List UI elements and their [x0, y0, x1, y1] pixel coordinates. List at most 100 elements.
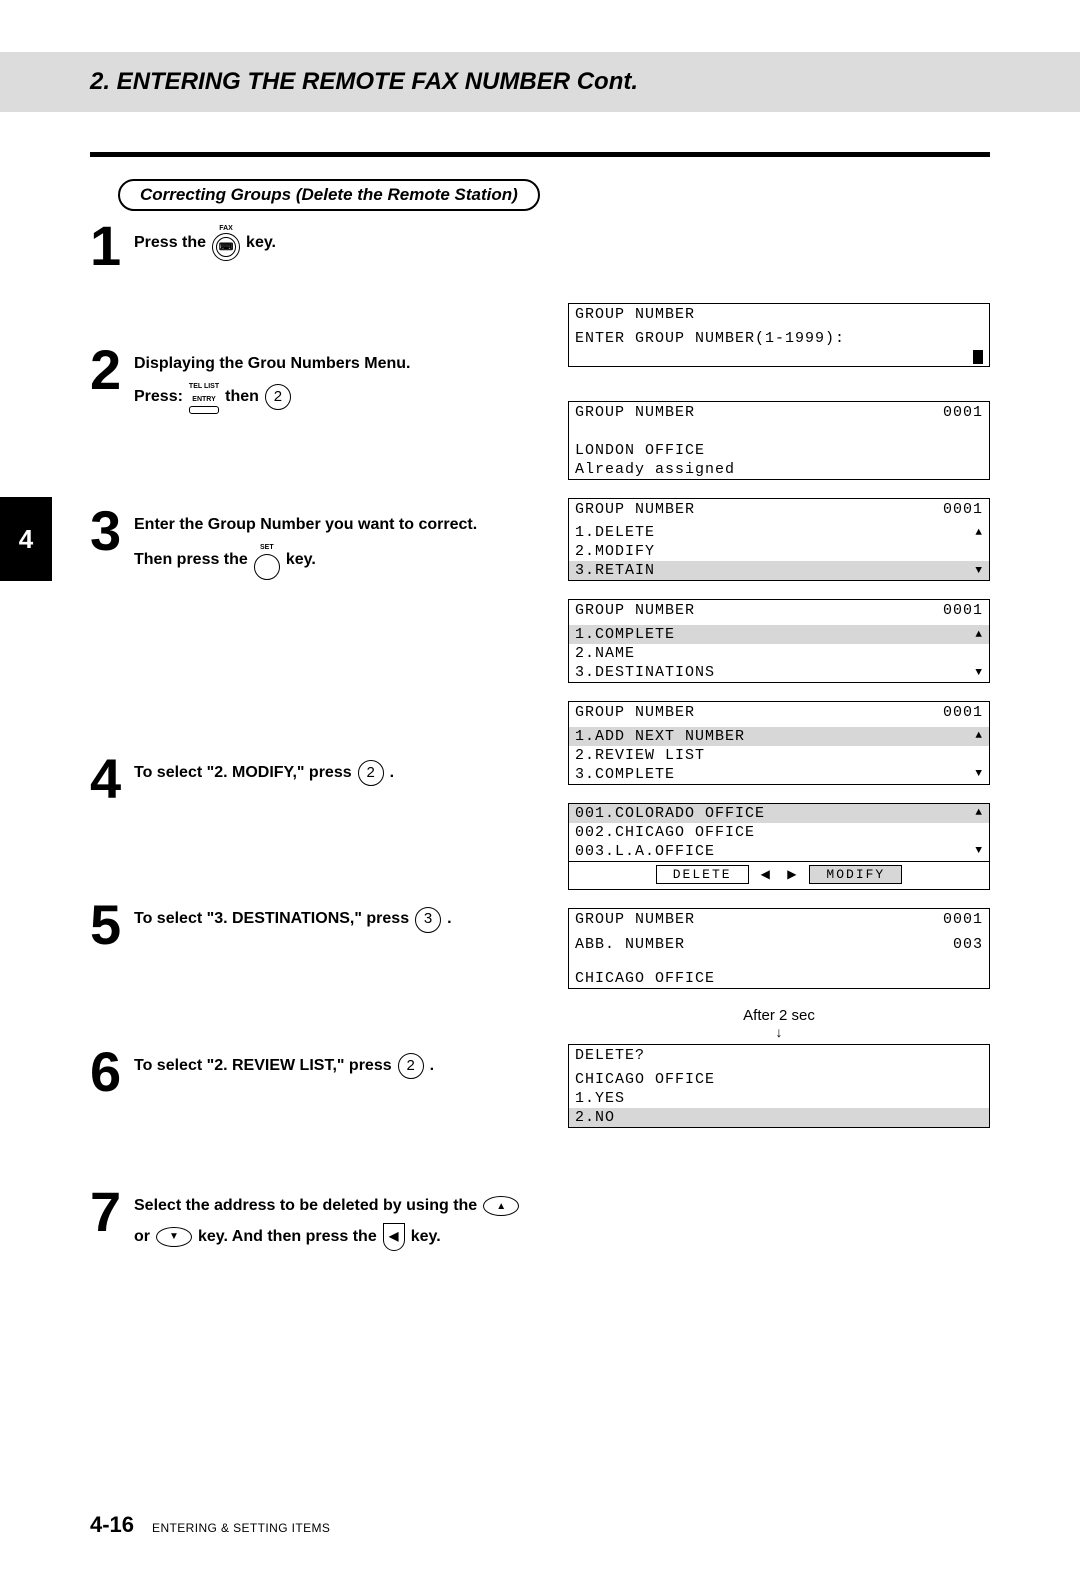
step-text: To select "3. DESTINATIONS," press — [134, 904, 409, 934]
lcd-title: GROUP NUMBER — [575, 306, 695, 323]
step-body: Select the address to be deleted by usin… — [134, 1187, 519, 1252]
up-arrow-icon: ▲ — [975, 527, 983, 539]
delete-softkey[interactable]: DELETE — [656, 865, 749, 884]
lcd-title: GROUP NUMBER — [575, 911, 695, 928]
up-arrow-icon: ▲ — [975, 730, 983, 742]
lcd-step7a: GROUP NUMBER 0001 __ __ __ __ __ __ ABB.… — [568, 908, 990, 989]
lcd-code: 0001 — [943, 602, 983, 619]
steps-col: 1Press theFAX⌨key.2Displaying the Grou N… — [90, 221, 550, 1286]
down-arrow-icon: ▼ — [975, 845, 983, 857]
lcd-row-text: 001.COLORADO OFFICE — [575, 805, 765, 822]
step-2: 2Displaying the Grou Numbers Menu.Press:… — [90, 345, 550, 414]
footer: 4-16 ENTERING & SETTING ITEMS — [90, 1512, 330, 1538]
step-text: To select "2. MODIFY," press — [134, 758, 352, 788]
lcd-line: Already assigned — [575, 461, 735, 478]
step-line: or▼key. And then press the◀key. — [134, 1222, 519, 1252]
up-arrow-icon: ▲ — [975, 807, 983, 819]
lcd-row-text: 1.YES — [575, 1090, 625, 1107]
modify-softkey[interactable]: MODIFY — [809, 865, 902, 884]
lcd-title: GROUP NUMBER — [575, 404, 695, 421]
lcd-step3a: GROUP NUMBER 0001 __ __ __ __ __ __ LOND… — [568, 401, 990, 480]
lcd-code: 0001 — [943, 911, 983, 928]
left-key-icon: ◀ — [383, 1223, 405, 1251]
lcd-row-text: 002.CHICAGO OFFICE — [575, 824, 755, 841]
lcd-row: 3.DESTINATIONS ▼ — [569, 663, 989, 682]
step-1: 1Press theFAX⌨key. — [90, 221, 550, 271]
down-arrow-icon: ▼ — [975, 667, 983, 679]
page-number: 4-16 — [90, 1512, 134, 1538]
fax-key-icon: FAX⌨ — [212, 225, 240, 261]
step-body: To select "3. DESTINATIONS," press3. — [134, 900, 452, 934]
lcd-row-text: 003.L.A.OFFICE — [575, 843, 715, 860]
lcd-row: 001.COLORADO OFFICE ▲ — [569, 804, 989, 823]
page: 2. ENTERING THE REMOTE FAX NUMBER Cont. … — [0, 52, 1080, 1578]
down-arrow-icon: ▼ — [975, 768, 983, 780]
lcd-step6: 001.COLORADO OFFICE▲002.CHICAGO OFFICE00… — [568, 803, 990, 862]
step-number: 2 — [90, 345, 132, 395]
step-number: 3 — [90, 506, 132, 556]
lcd-row: 1.DELETE ▲ — [569, 523, 989, 542]
lcd-title: GROUP NUMBER — [575, 602, 695, 619]
lcd-code: 0001 — [943, 501, 983, 518]
subheading-pill: Correcting Groups (Delete the Remote Sta… — [118, 179, 540, 211]
step-text: . — [430, 1051, 434, 1081]
lcd-row-text: 1.COMPLETE — [575, 626, 675, 643]
arrow-down-icon: ↓ — [568, 1024, 990, 1040]
step-text: then — [225, 382, 259, 412]
lcd-row-text: 2.NO — [575, 1109, 615, 1126]
lcd-line: CHICAGO OFFICE — [575, 1071, 715, 1088]
step-body: Enter the Group Number you want to corre… — [134, 506, 477, 580]
numeric-key-2-icon: 2 — [265, 384, 291, 410]
step-text: Press the — [134, 228, 206, 258]
step-text: key. — [411, 1222, 441, 1252]
lcd-step5: GROUP NUMBER 0001 __ __ __ __ __ __ 1.AD… — [568, 701, 990, 785]
lcd-row-text: 3.DESTINATIONS — [575, 664, 715, 681]
lcd-row: 2.NO — [569, 1108, 989, 1127]
lcd-row-text: 3.RETAIN — [575, 562, 655, 579]
step-number: 7 — [90, 1187, 132, 1237]
rule — [90, 152, 990, 157]
header-band: 2. ENTERING THE REMOTE FAX NUMBER Cont. — [0, 52, 1080, 112]
lcd-step7b: DELETE? __ __ __ __ __ __ CHICAGO OFFICE… — [568, 1044, 990, 1128]
step-line: Displaying the Grou Numbers Menu. — [134, 349, 410, 379]
lcd-row: 3.COMPLETE ▼ — [569, 765, 989, 784]
step-text: Then press the — [134, 545, 248, 575]
lcd-subtitle: ABB. NUMBER — [575, 936, 685, 953]
step-line: Then press theSETkey. — [134, 541, 477, 580]
step-body: Press theFAX⌨key. — [134, 221, 276, 261]
step-text: . — [447, 904, 451, 934]
cursor-icon — [973, 350, 983, 364]
lcd-title: DELETE? — [575, 1047, 645, 1064]
content: Correcting Groups (Delete the Remote Sta… — [0, 152, 1080, 1286]
step-number: 1 — [90, 221, 132, 271]
step-3: 3Enter the Group Number you want to corr… — [90, 506, 550, 580]
numeric-key-2-icon: 2 — [398, 1053, 424, 1079]
lcd-row-text: 1.ADD NEXT NUMBER — [575, 728, 745, 745]
lcd-row: 002.CHICAGO OFFICE — [569, 823, 989, 842]
step-body: Displaying the Grou Numbers Menu.Press:T… — [134, 345, 410, 414]
dash-underline: __ __ __ __ __ __ — [569, 322, 989, 327]
lcd-step6-btns: DELETE ◀ ▶ MODIFY — [568, 861, 990, 890]
step-text: or — [134, 1222, 150, 1252]
step-body: To select "2. REVIEW LIST," press2. — [134, 1047, 434, 1081]
step-line: Press:TEL LISTENTRYthen2 — [134, 380, 410, 415]
lcd-row: 1.COMPLETE▲ — [569, 625, 989, 644]
lcd-row-text: 3.COMPLETE — [575, 766, 675, 783]
step-line: Select the address to be deleted by usin… — [134, 1191, 519, 1221]
left-right-arrows-icon: ◀ ▶ — [755, 867, 804, 882]
lcd-step2: GROUP NUMBER __ __ __ __ __ __ ENTER GRO… — [568, 303, 990, 367]
lcd-line: CHICAGO OFFICE — [575, 970, 715, 987]
step-number: 4 — [90, 754, 132, 804]
step-text: key. And then press the — [198, 1222, 377, 1252]
lcd-title: GROUP NUMBER — [575, 501, 695, 518]
lcd-line: LONDON OFFICE — [575, 442, 705, 459]
lcd-button-row: DELETE ◀ ▶ MODIFY — [569, 861, 989, 889]
step-text: To select "2. REVIEW LIST," press — [134, 1051, 392, 1081]
lcd-row: 2.MODIFY — [569, 542, 989, 561]
lcd-row-text: 1.DELETE — [575, 524, 655, 541]
page-title: 2. ENTERING THE REMOTE FAX NUMBER Cont. — [90, 68, 638, 96]
step-text: key. — [246, 228, 276, 258]
step-line: Enter the Group Number you want to corre… — [134, 510, 477, 540]
step-4: 4To select "2. MODIFY," press2. — [90, 754, 550, 804]
lcd-row-text: 2.NAME — [575, 645, 635, 662]
